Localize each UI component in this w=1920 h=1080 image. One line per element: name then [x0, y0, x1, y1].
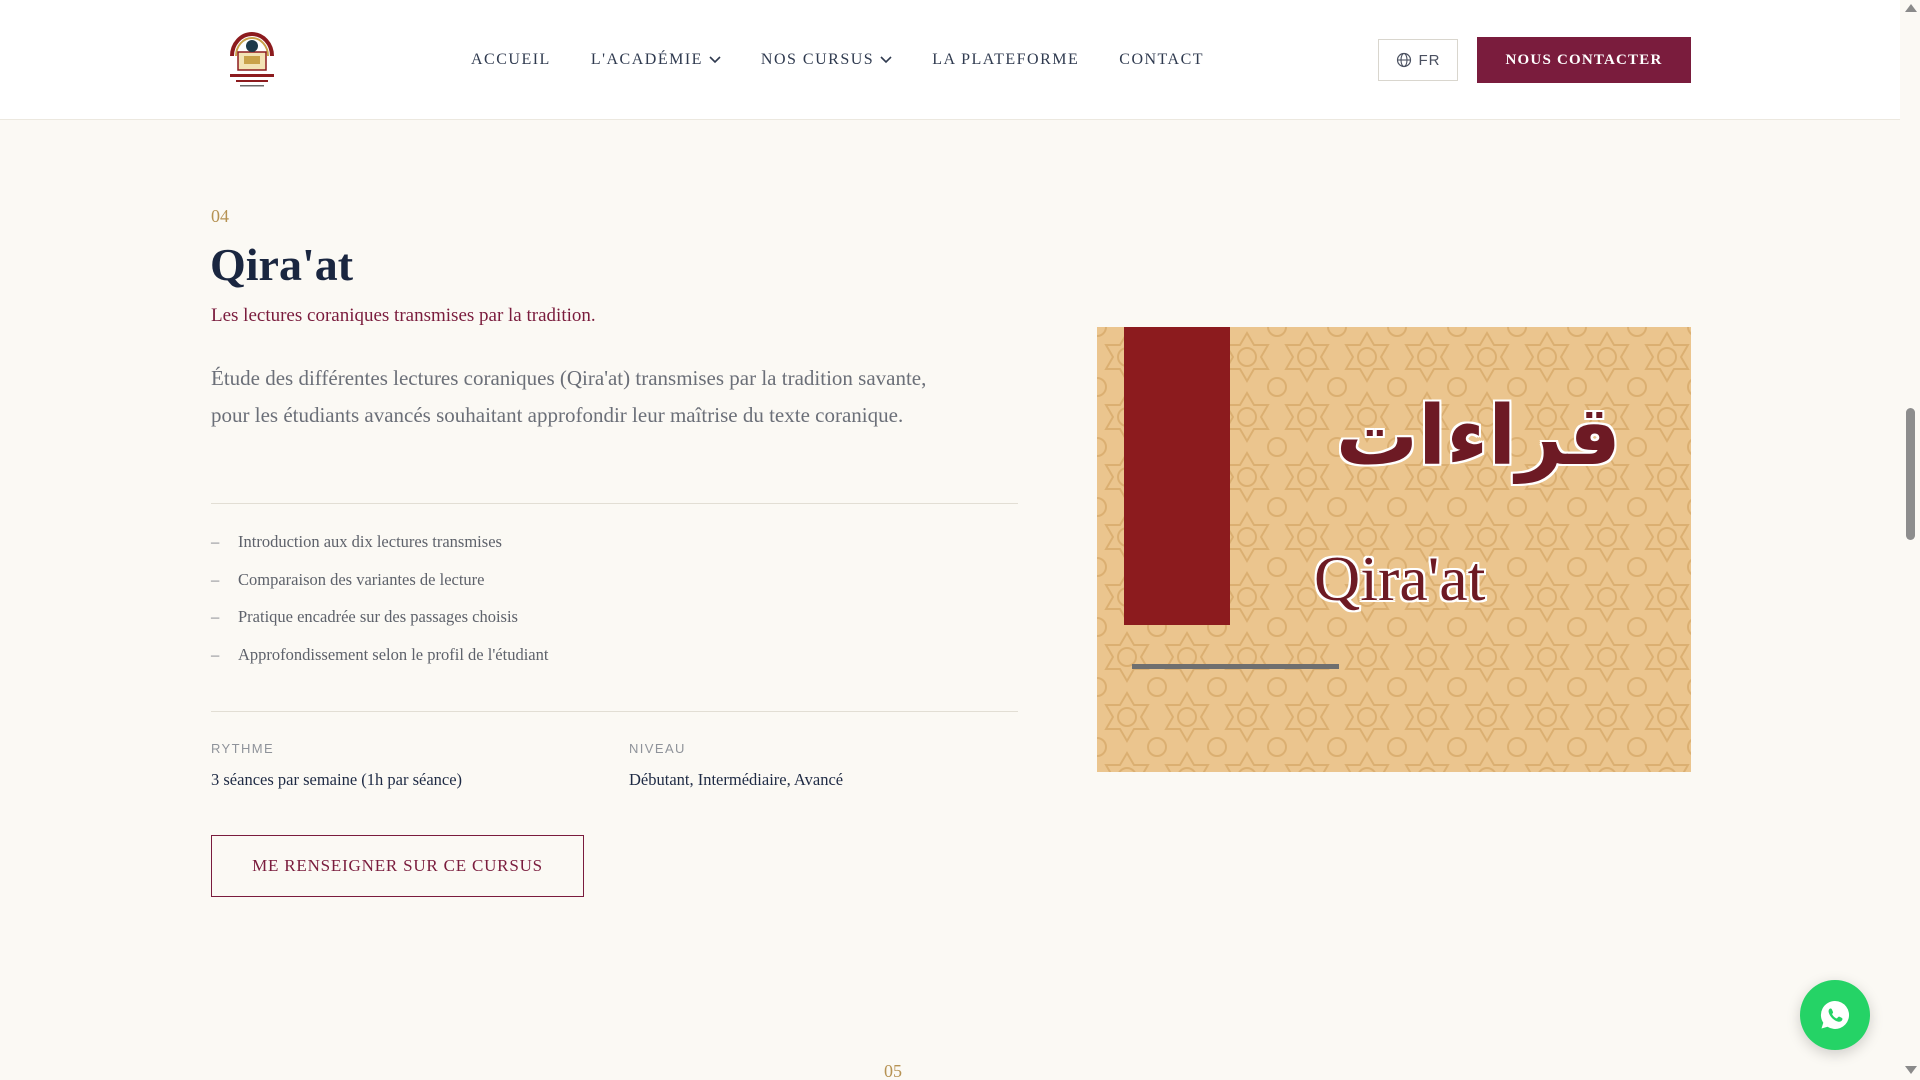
card-accent-bar: [1124, 327, 1230, 625]
language-switcher[interactable]: FR: [1378, 39, 1458, 81]
globe-icon: [1396, 52, 1411, 68]
card-latin-title: Qira'at: [1314, 543, 1486, 614]
chevron-down-icon: [709, 56, 721, 64]
feature-text: Approfondissement selon le profil de l'é…: [238, 644, 549, 664]
course-features-list: – Introduction aux dix lectures transmise…: [211, 532, 548, 682]
nav-label: L'ACADÉMIE: [590, 51, 703, 68]
feature-text: Introduction aux dix lectures transmises: [238, 532, 502, 551]
divider: [211, 503, 1018, 504]
rhythm-value: 3 séances par semaine (1h par séance): [211, 770, 463, 789]
course-number: 04: [211, 206, 229, 226]
scroll-down-arrow-icon[interactable]: [1905, 1066, 1917, 1074]
whatsapp-icon: [1820, 1000, 1850, 1029]
scrollbar-thumb[interactable]: [1906, 408, 1915, 540]
language-label: FR: [1418, 51, 1441, 69]
card-underline: [1132, 664, 1339, 669]
nav-item-plateforme[interactable]: LA PLATEFORME: [932, 51, 1079, 69]
course-info-button[interactable]: ME RENSEIGNER SUR CE CURSUS: [211, 835, 584, 897]
nav-label: CONTACT: [1119, 51, 1205, 68]
nav-item-contact[interactable]: CONTACT: [1119, 51, 1204, 69]
chevron-down-icon: [880, 56, 892, 64]
card-arabic-title: قراءات: [1335, 389, 1621, 484]
feature-text: Pratique encadrée sur des passages chois…: [238, 607, 518, 626]
list-item: – Introduction aux dix lectures transmise…: [211, 532, 502, 551]
page-scrollbar[interactable]: [1900, 0, 1920, 1080]
course-subtitle: Les lectures coraniques transmises par l…: [211, 305, 596, 326]
list-item: – Comparaison des variantes de lecture: [211, 569, 485, 589]
site-header: ACCUEIL L'ACADÉMIE NOS CURSUS LA PLATEFO…: [0, 0, 1900, 120]
nav-label: ACCUEIL: [471, 51, 551, 68]
whatsapp-chat-button[interactable]: [1800, 980, 1870, 1050]
rhythm-label: RYTHME: [211, 741, 275, 756]
list-item: – Approfondissement selon le profil de l'…: [211, 644, 549, 664]
academy-logo[interactable]: [224, 22, 280, 90]
course-description: Étude des différentes lectures coranique…: [211, 366, 927, 427]
next-course-number: 05: [884, 1061, 902, 1080]
main-nav: ACCUEIL L'ACADÉMIE NOS CURSUS LA PLATEFO…: [471, 0, 1244, 120]
course-image: قراءات Qira'at: [1097, 327, 1691, 772]
divider: [211, 711, 1018, 712]
nav-item-academie[interactable]: L'ACADÉMIE: [591, 51, 721, 69]
contact-us-button[interactable]: NOUS CONTACTER: [1477, 37, 1691, 83]
level-value: Débutant, Intermédiaire, Avancé: [629, 770, 844, 789]
nav-item-nos-cursus[interactable]: NOS CURSUS: [761, 51, 892, 69]
level-label: NIVEAU: [629, 741, 686, 756]
feature-text: Comparaison des variantes de lecture: [238, 569, 485, 589]
list-item: – Pratique encadrée sur des passages choi…: [211, 607, 518, 626]
scroll-up-arrow-icon[interactable]: [1905, 4, 1917, 12]
nav-item-accueil[interactable]: ACCUEIL: [471, 51, 551, 69]
course-title: Qira'at: [210, 239, 354, 290]
nav-label: NOS CURSUS: [760, 51, 875, 68]
nav-label: LA PLATEFORME: [932, 51, 1080, 68]
